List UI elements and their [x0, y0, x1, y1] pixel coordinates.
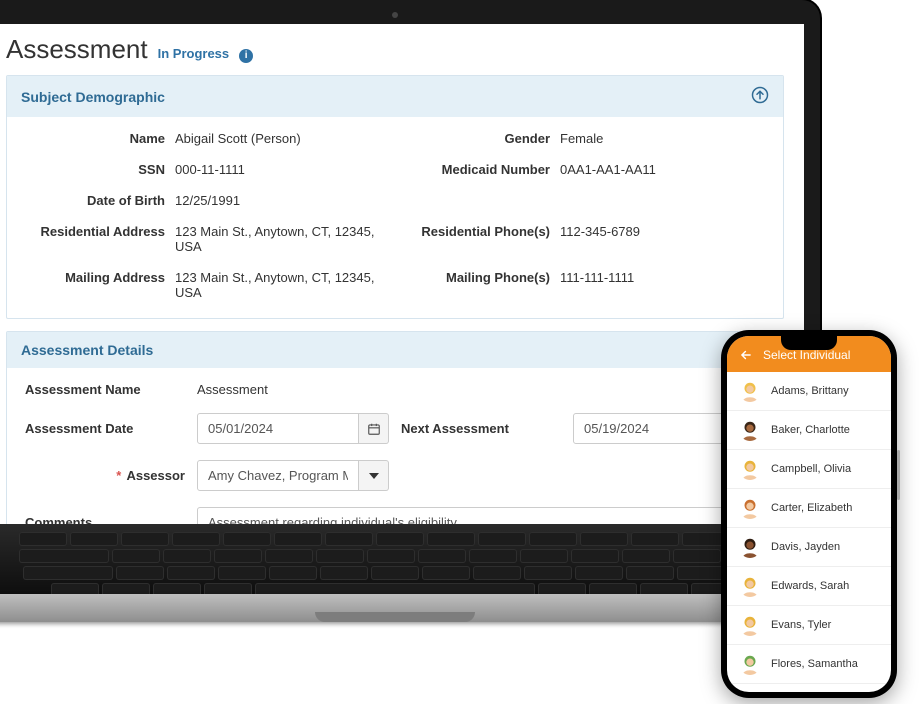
panel-demographic-title: Subject Demographic	[21, 89, 165, 105]
label-res-addr: Residential Address	[25, 224, 165, 239]
individual-row[interactable]: Adams, Brittany	[727, 372, 891, 411]
phone-notch	[781, 336, 837, 350]
page-title: Assessment	[6, 34, 148, 65]
laptop-bezel: Assessment In Progress i Subject Demogra…	[0, 0, 820, 524]
value-mail-addr: 123 Main St., Anytown, CT, 12345, USA	[175, 270, 380, 300]
assess-date-group	[197, 413, 389, 444]
panel-details: Assessment Details Assessment Name Asses…	[6, 331, 784, 524]
individual-name: Evans, Tyler	[771, 619, 831, 631]
label-assess-date: Assessment Date	[25, 421, 185, 436]
panel-demographic-body: Name Abigail Scott (Person) Gender Femal…	[7, 117, 783, 318]
panel-details-title: Assessment Details	[21, 342, 153, 358]
label-assessor-text: Assessor	[126, 468, 185, 483]
collapse-up-icon[interactable]	[751, 86, 769, 107]
label-gender: Gender	[390, 131, 550, 146]
comments-input[interactable]	[197, 507, 765, 524]
comments-group	[197, 507, 765, 524]
phone-frame: Select Individual Adams, Brittany Baker, …	[721, 330, 897, 698]
laptop-keyboard	[0, 524, 820, 604]
value-dob: 12/25/1991	[175, 193, 380, 208]
individual-name: Adams, Brittany	[771, 385, 849, 397]
assess-date-input[interactable]	[197, 413, 359, 444]
individual-row[interactable]: Campbell, Olivia	[727, 450, 891, 489]
label-assess-name: Assessment Name	[25, 382, 185, 397]
phone-screen: Select Individual Adams, Brittany Baker, …	[727, 336, 891, 692]
assessor-select[interactable]	[197, 460, 389, 491]
individual-row[interactable]: Flores, Samantha	[727, 645, 891, 684]
info-icon[interactable]: i	[239, 49, 253, 63]
value-assess-name: Assessment	[197, 382, 389, 397]
value-ssn: 000-11-1111	[175, 162, 380, 177]
value-medicaid: 0AA1-AA1-AA11	[560, 162, 765, 177]
individual-row[interactable]: Baker, Charlotte	[727, 411, 891, 450]
value-res-addr: 123 Main St., Anytown, CT, 12345, USA	[175, 224, 380, 254]
panel-details-body: Assessment Name Assessment Assessment Da…	[7, 368, 783, 524]
required-star: *	[116, 468, 121, 483]
assessor-input[interactable]	[197, 460, 359, 491]
laptop-frame: Assessment In Progress i Subject Demogra…	[0, 0, 820, 604]
individual-name: Davis, Jayden	[771, 541, 840, 553]
laptop-screen: Assessment In Progress i Subject Demogra…	[0, 24, 804, 524]
label-mail-phone: Mailing Phone(s)	[390, 270, 550, 285]
phone-side-button	[897, 450, 900, 500]
avatar-icon	[739, 614, 761, 636]
individual-row[interactable]: Davis, Jayden	[727, 528, 891, 567]
avatar-icon	[739, 380, 761, 402]
panel-details-header[interactable]: Assessment Details	[7, 332, 783, 368]
phone-header-title: Select Individual	[763, 348, 850, 362]
label-dob: Date of Birth	[25, 193, 165, 208]
laptop-camera	[392, 12, 398, 18]
individual-name: Carter, Elizabeth	[771, 502, 852, 514]
label-medicaid: Medicaid Number	[390, 162, 550, 177]
individual-row[interactable]: Harris, Robert	[727, 684, 891, 692]
individual-row[interactable]: Edwards, Sarah	[727, 567, 891, 606]
value-mail-phone: 111-111-1111	[560, 270, 765, 285]
individual-name: Edwards, Sarah	[771, 580, 849, 592]
label-assessor: * Assessor	[25, 468, 185, 483]
laptop-hinge-notch	[315, 612, 475, 622]
avatar-icon	[739, 458, 761, 480]
individual-name: Baker, Charlotte	[771, 424, 850, 436]
label-mail-addr: Mailing Address	[25, 270, 165, 285]
individual-name: Campbell, Olivia	[771, 463, 851, 475]
back-arrow-icon[interactable]	[739, 348, 753, 362]
label-ssn: SSN	[25, 162, 165, 177]
panel-demographic: Subject Demographic Name Abigail Scott (…	[6, 75, 784, 319]
value-gender: Female	[560, 131, 765, 146]
avatar-icon	[739, 536, 761, 558]
avatar-icon	[739, 497, 761, 519]
label-res-phone: Residential Phone(s)	[390, 224, 550, 239]
label-next-assess: Next Assessment	[401, 421, 561, 436]
individual-row[interactable]: Evans, Tyler	[727, 606, 891, 645]
individual-list[interactable]: Adams, Brittany Baker, Charlotte Campbell,…	[727, 372, 891, 692]
label-comments: Comments	[25, 515, 185, 524]
caret-down-icon[interactable]	[359, 460, 389, 491]
value-name: Abigail Scott (Person)	[175, 131, 380, 146]
individual-name: Flores, Samantha	[771, 658, 858, 670]
label-name: Name	[25, 131, 165, 146]
page-title-row: Assessment In Progress i	[6, 34, 784, 65]
panel-demographic-header[interactable]: Subject Demographic	[7, 76, 783, 117]
value-res-phone: 112-345-6789	[560, 224, 765, 239]
avatar-icon	[739, 575, 761, 597]
individual-row[interactable]: Carter, Elizabeth	[727, 489, 891, 528]
avatar-icon	[739, 653, 761, 675]
status-badge: In Progress	[158, 46, 230, 61]
calendar-icon[interactable]	[359, 413, 389, 444]
avatar-icon	[739, 419, 761, 441]
